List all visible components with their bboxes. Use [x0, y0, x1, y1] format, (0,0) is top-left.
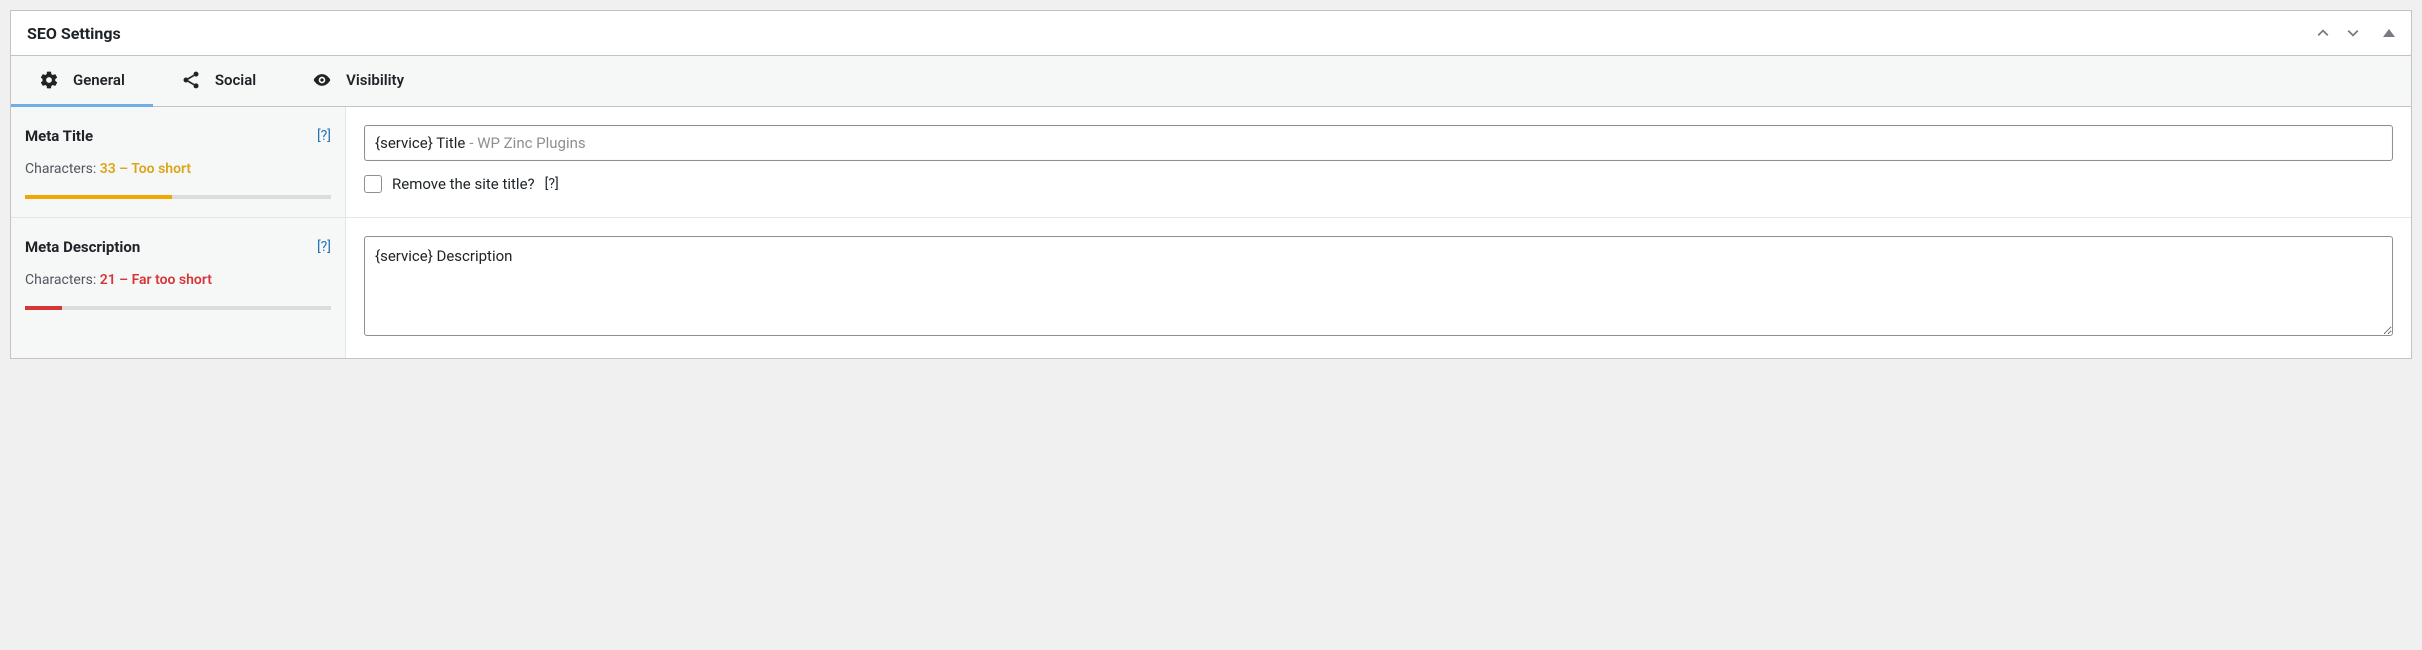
toggle-panel-icon[interactable]: [2383, 29, 2395, 37]
tab-visibility[interactable]: Visibility: [284, 56, 432, 107]
chevron-down-icon[interactable]: [2343, 23, 2363, 43]
meta-description-row: Meta Description [?] Characters: 21 – Fa…: [11, 218, 2411, 358]
meta-title-char-count: Characters: 33 – Too short: [25, 161, 331, 177]
char-prefix: Characters:: [25, 272, 100, 288]
meta-description-help-link[interactable]: [?]: [317, 239, 331, 255]
meta-description-sidebar: Meta Description [?] Characters: 21 – Fa…: [11, 218, 346, 358]
char-value: 33 – Too short: [100, 161, 191, 177]
meta-title-meter: [25, 195, 331, 199]
chevron-up-icon[interactable]: [2313, 23, 2333, 43]
settings-rows: Meta Title [?] Characters: 33 – Too shor…: [11, 107, 2411, 358]
tab-label: Visibility: [346, 71, 404, 89]
tab-social[interactable]: Social: [153, 56, 284, 107]
tab-label: General: [73, 71, 125, 89]
meta-title-sidebar: Meta Title [?] Characters: 33 – Too shor…: [11, 107, 346, 217]
tab-label: Social: [215, 71, 256, 89]
share-icon: [181, 70, 201, 90]
remove-site-title-label: Remove the site title?: [392, 175, 535, 193]
panel-header: SEO Settings: [11, 11, 2411, 56]
meta-title-suffix: - WP Zinc Plugins: [469, 134, 585, 152]
remove-site-title-row: Remove the site title? [?]: [364, 175, 2393, 193]
meta-title-help-link[interactable]: [?]: [317, 128, 331, 144]
tabs: General Social Visibility: [11, 56, 2411, 107]
meta-description-char-count: Characters: 21 – Far too short: [25, 272, 331, 288]
panel-header-controls: [2313, 23, 2395, 43]
meta-title-label: Meta Title: [25, 127, 93, 145]
meta-description-meter-fill: [25, 306, 62, 310]
tab-general[interactable]: General: [11, 56, 153, 107]
meta-title-content: {service} Title - WP Zinc Plugins Remove…: [346, 107, 2411, 217]
remove-site-title-help[interactable]: [?]: [545, 176, 559, 192]
remove-site-title-checkbox[interactable]: [364, 175, 382, 193]
panel-title: SEO Settings: [27, 24, 121, 43]
char-value: 21 – Far too short: [100, 272, 212, 288]
gear-icon: [39, 70, 59, 90]
eye-icon: [312, 70, 332, 90]
meta-title-input[interactable]: {service} Title - WP Zinc Plugins: [364, 125, 2393, 161]
meta-title-meter-fill: [25, 195, 172, 199]
meta-description-content: [346, 218, 2411, 358]
meta-description-label: Meta Description: [25, 238, 140, 256]
seo-settings-panel: SEO Settings General Social: [10, 10, 2412, 359]
char-prefix: Characters:: [25, 161, 100, 177]
meta-description-input[interactable]: [364, 236, 2393, 336]
meta-title-value: {service} Title: [375, 134, 465, 152]
meta-description-meter: [25, 306, 331, 310]
meta-title-row: Meta Title [?] Characters: 33 – Too shor…: [11, 107, 2411, 218]
